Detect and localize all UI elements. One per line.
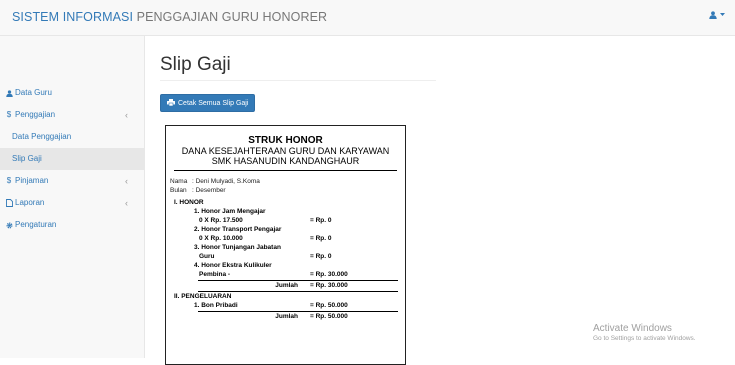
salary-slip: STRUK HONOR DANA KESEJAHTERAAN GURU DAN … bbox=[165, 125, 406, 365]
sidebar-item-pengaturan[interactable]: Pengaturan bbox=[0, 214, 144, 236]
slip-subtitle-1: DANA KESEJAHTERAAN GURU DAN KARYAWAN bbox=[181, 146, 390, 156]
page-title: Slip Gaji bbox=[160, 54, 231, 75]
slip-divider bbox=[174, 170, 397, 171]
sidebar-item-label: Laporan bbox=[15, 198, 45, 207]
jumlah-honor-value: = Rp. 30.000 bbox=[310, 282, 348, 289]
watermark-line-1: Activate Windows bbox=[593, 323, 672, 334]
pengeluaran-item-row: 1. Bon Pribadi = Rp. 50.000 bbox=[194, 302, 348, 309]
honor-item-label: 1. Honor Jam Mengajar bbox=[194, 208, 266, 215]
print-button-label: Cetak Semua Slip Gaji bbox=[178, 99, 249, 107]
user-menu-toggle[interactable] bbox=[709, 11, 725, 19]
honor-item-label: 4. Honor Ekstra Kulikuler bbox=[194, 262, 272, 269]
sidebar-item-data-guru[interactable]: Data Guru bbox=[0, 82, 144, 104]
user-icon bbox=[5, 89, 13, 97]
pengeluaran-total-row: Jumlah = Rp. 50.000 bbox=[166, 312, 405, 321]
top-navbar: SISTEM INFORMASI PENGGAJIAN GURU HONORER bbox=[0, 0, 735, 36]
brand-part-2[interactable]: PENGGAJIAN GURU HONORER bbox=[133, 10, 327, 24]
dollar-icon: $ bbox=[6, 110, 12, 119]
jumlah-label: Jumlah bbox=[275, 313, 298, 320]
sidebar-item-label: Penggajian bbox=[15, 110, 56, 119]
sidebar-item-label: Slip Gaji bbox=[12, 154, 42, 163]
honor-item-label: 3. Honor Tunjangan Jabatan bbox=[194, 244, 281, 251]
pengeluaran-item-value: = Rp. 50.000 bbox=[310, 302, 348, 309]
chevron-left-icon: ‹ bbox=[125, 110, 128, 120]
sidebar-item-label: Pengaturan bbox=[15, 220, 57, 229]
honor-item-label: 2. Honor Transport Pengajar bbox=[194, 226, 282, 233]
bulan-label: Bulan bbox=[170, 187, 187, 194]
honor-item-row: Guru = Rp. 0 bbox=[199, 253, 332, 260]
sidebar-item-label: Pinjaman bbox=[15, 176, 49, 185]
watermark-line-2: Go to Settings to activate Windows. bbox=[593, 335, 696, 342]
user-icon bbox=[709, 11, 717, 19]
nama-label: Nama bbox=[170, 178, 188, 185]
nama-value: : Deni Mulyadi, S.Koma bbox=[192, 178, 260, 185]
honor-item-value: = Rp. 0 bbox=[310, 235, 332, 242]
honor-item-value: = Rp. 30.000 bbox=[310, 271, 348, 278]
jumlah-label: Jumlah bbox=[275, 282, 298, 289]
jumlah-pengeluaran-value: = Rp. 50.000 bbox=[310, 313, 348, 320]
honor-item-row: 0 X Rp. 17.500 = Rp. 0 bbox=[199, 217, 332, 224]
slip-employee-info: Nama : Deni Mulyadi, S.Koma Bulan : Desemb… bbox=[170, 177, 405, 195]
sidebar-item-pinjaman[interactable]: $ Pinjaman ‹ bbox=[0, 170, 144, 192]
title-divider bbox=[160, 80, 436, 81]
honor-item-value: = Rp. 0 bbox=[310, 217, 332, 224]
chevron-left-icon: ‹ bbox=[125, 176, 128, 186]
honor-total-row: Jumlah = Rp. 30.000 bbox=[166, 281, 405, 290]
file-icon bbox=[5, 199, 13, 207]
sidebar-item-laporan[interactable]: Laporan ‹ bbox=[0, 192, 144, 214]
print-all-slips-button[interactable]: Cetak Semua Slip Gaji bbox=[160, 94, 256, 112]
honor-item-row: 0 X Rp. 10.000 = Rp. 0 bbox=[199, 235, 332, 242]
sidebar-item-data-penggajian[interactable]: Data Penggajian bbox=[0, 126, 144, 148]
pengeluaran-section-header: II. PENGELUARAN bbox=[174, 293, 232, 300]
honor-item-value: = Rp. 0 bbox=[310, 253, 332, 260]
sidebar-item-label: Data Guru bbox=[15, 88, 52, 97]
print-icon bbox=[167, 98, 175, 108]
activate-windows-watermark: Activate Windows Go to Settings to activ… bbox=[593, 323, 696, 342]
sidebar-item-penggajian[interactable]: $ Penggajian ‹ bbox=[0, 104, 144, 126]
bulan-value: : Desember bbox=[192, 187, 226, 194]
honor-section-header: I. HONOR bbox=[174, 199, 204, 206]
dollar-icon: $ bbox=[6, 176, 12, 185]
sidebar: Data Guru $ Penggajian ‹ Data Penggajian… bbox=[0, 36, 145, 358]
brand-part-1[interactable]: SISTEM INFORMASI bbox=[12, 10, 133, 24]
app-brand[interactable]: SISTEM INFORMASI PENGGAJIAN GURU HONORER bbox=[12, 10, 327, 24]
sidebar-item-slip-gaji[interactable]: Slip Gaji bbox=[0, 148, 144, 170]
gear-icon bbox=[5, 222, 13, 229]
slip-subtitle-2: SMK HASANUDIN KANDANGHAUR bbox=[211, 156, 360, 166]
honor-item-row: Pembina - = Rp. 30.000 bbox=[199, 271, 348, 278]
sidebar-item-label: Data Penggajian bbox=[12, 132, 72, 141]
chevron-left-icon: ‹ bbox=[125, 198, 128, 208]
slip-title: STRUK HONOR bbox=[248, 135, 323, 146]
caret-down-icon bbox=[720, 13, 725, 17]
